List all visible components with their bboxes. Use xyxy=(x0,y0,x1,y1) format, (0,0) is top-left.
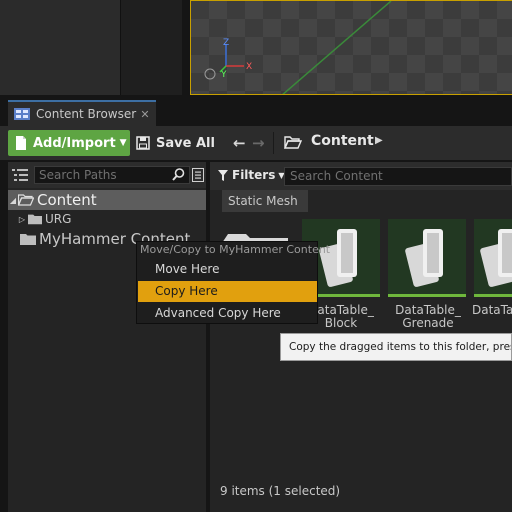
context-menu-title: Move/Copy to MyHammer Content xyxy=(140,243,331,256)
close-icon[interactable]: ✕ xyxy=(138,108,152,121)
save-all-button[interactable]: Save All xyxy=(136,130,215,156)
save-all-label: Save All xyxy=(156,135,215,151)
asset-tile[interactable] xyxy=(388,219,466,297)
file-add-icon xyxy=(16,136,26,150)
asset-tile[interactable] xyxy=(474,219,512,297)
filters-row: Filters ▼ Search Content xyxy=(210,162,512,190)
add-import-label: Add/Import xyxy=(33,135,116,151)
paths-search-row: Search Paths xyxy=(8,162,206,188)
save-icon xyxy=(136,136,150,150)
datatable-icon xyxy=(405,229,443,287)
tree-item-label: Content xyxy=(37,191,97,209)
folder-open-icon xyxy=(18,194,34,206)
add-import-button[interactable]: Add/Import ▼ xyxy=(8,130,130,156)
filters-button[interactable]: Filters ▼ xyxy=(218,168,285,182)
expanded-arrow-icon[interactable]: ◢ xyxy=(8,196,18,205)
asset-label: DataTable_ Grenade xyxy=(395,303,461,330)
content-browser-toolbar: Add/Import ▼ Save All ← → Content ▶ xyxy=(0,126,512,160)
folder-icon xyxy=(20,234,36,245)
gizmo-y-label: Y xyxy=(220,70,227,80)
copy-here-menu-item[interactable]: Copy Here xyxy=(138,281,317,302)
paths-panel: Search Paths ◢ Content ▷ URG MyHammer Co… xyxy=(8,162,206,512)
tooltip: Copy the dragged items to this folder, p… xyxy=(280,333,512,361)
back-arrow-icon[interactable]: ← xyxy=(233,134,247,152)
tree-item-label: URG xyxy=(45,212,72,226)
move-copy-context-menu: Move/Copy to MyHammer Content Move Here … xyxy=(136,241,330,324)
toolbar-divider xyxy=(273,132,274,154)
move-here-menu-item[interactable]: Move Here xyxy=(138,259,317,280)
chevron-down-icon: ▼ xyxy=(119,138,127,148)
tab-content-browser[interactable]: Content Browser ✕ xyxy=(8,100,156,126)
advanced-copy-here-menu-item[interactable]: Advanced Copy Here xyxy=(138,303,317,324)
collapsed-arrow-icon[interactable]: ▷ xyxy=(16,215,28,224)
folder-icon xyxy=(28,214,42,225)
gizmo-z-label: Z xyxy=(223,38,229,48)
breadcrumb-chevron-icon[interactable]: ▶ xyxy=(375,135,383,146)
search-icon[interactable] xyxy=(172,168,185,181)
tab-label: Content Browser xyxy=(36,107,137,121)
datatable-icon xyxy=(480,229,512,287)
tree-item-urg[interactable]: ▷ URG xyxy=(16,211,72,227)
asset-label: DataTa xyxy=(472,304,512,317)
filters-label: Filters xyxy=(232,168,276,182)
tree-item-content[interactable]: ◢ Content xyxy=(8,190,206,210)
view-options-icon[interactable] xyxy=(192,168,204,182)
search-paths-input[interactable]: Search Paths xyxy=(34,166,190,184)
item-count-status: 9 items (1 selected) xyxy=(220,484,341,498)
tab-bar: Content Browser ✕ xyxy=(0,98,512,126)
viewport-divider xyxy=(120,0,182,95)
content-browser-icon xyxy=(14,108,30,120)
folder-open-icon xyxy=(284,136,302,149)
axis-gizmo-icon: Z Y X xyxy=(204,38,252,80)
list-filter-icon[interactable] xyxy=(12,168,28,182)
viewport-side-panel xyxy=(0,0,120,95)
filter-chip-static-mesh[interactable]: Static Mesh xyxy=(222,190,308,212)
gizmo-x-label: X xyxy=(246,62,252,72)
breadcrumb-content[interactable]: Content xyxy=(311,133,374,149)
forward-arrow-icon[interactable]: → xyxy=(252,134,266,152)
datatable-icon xyxy=(319,229,357,287)
search-content-input[interactable]: Search Content xyxy=(284,167,512,186)
funnel-icon xyxy=(218,169,228,181)
